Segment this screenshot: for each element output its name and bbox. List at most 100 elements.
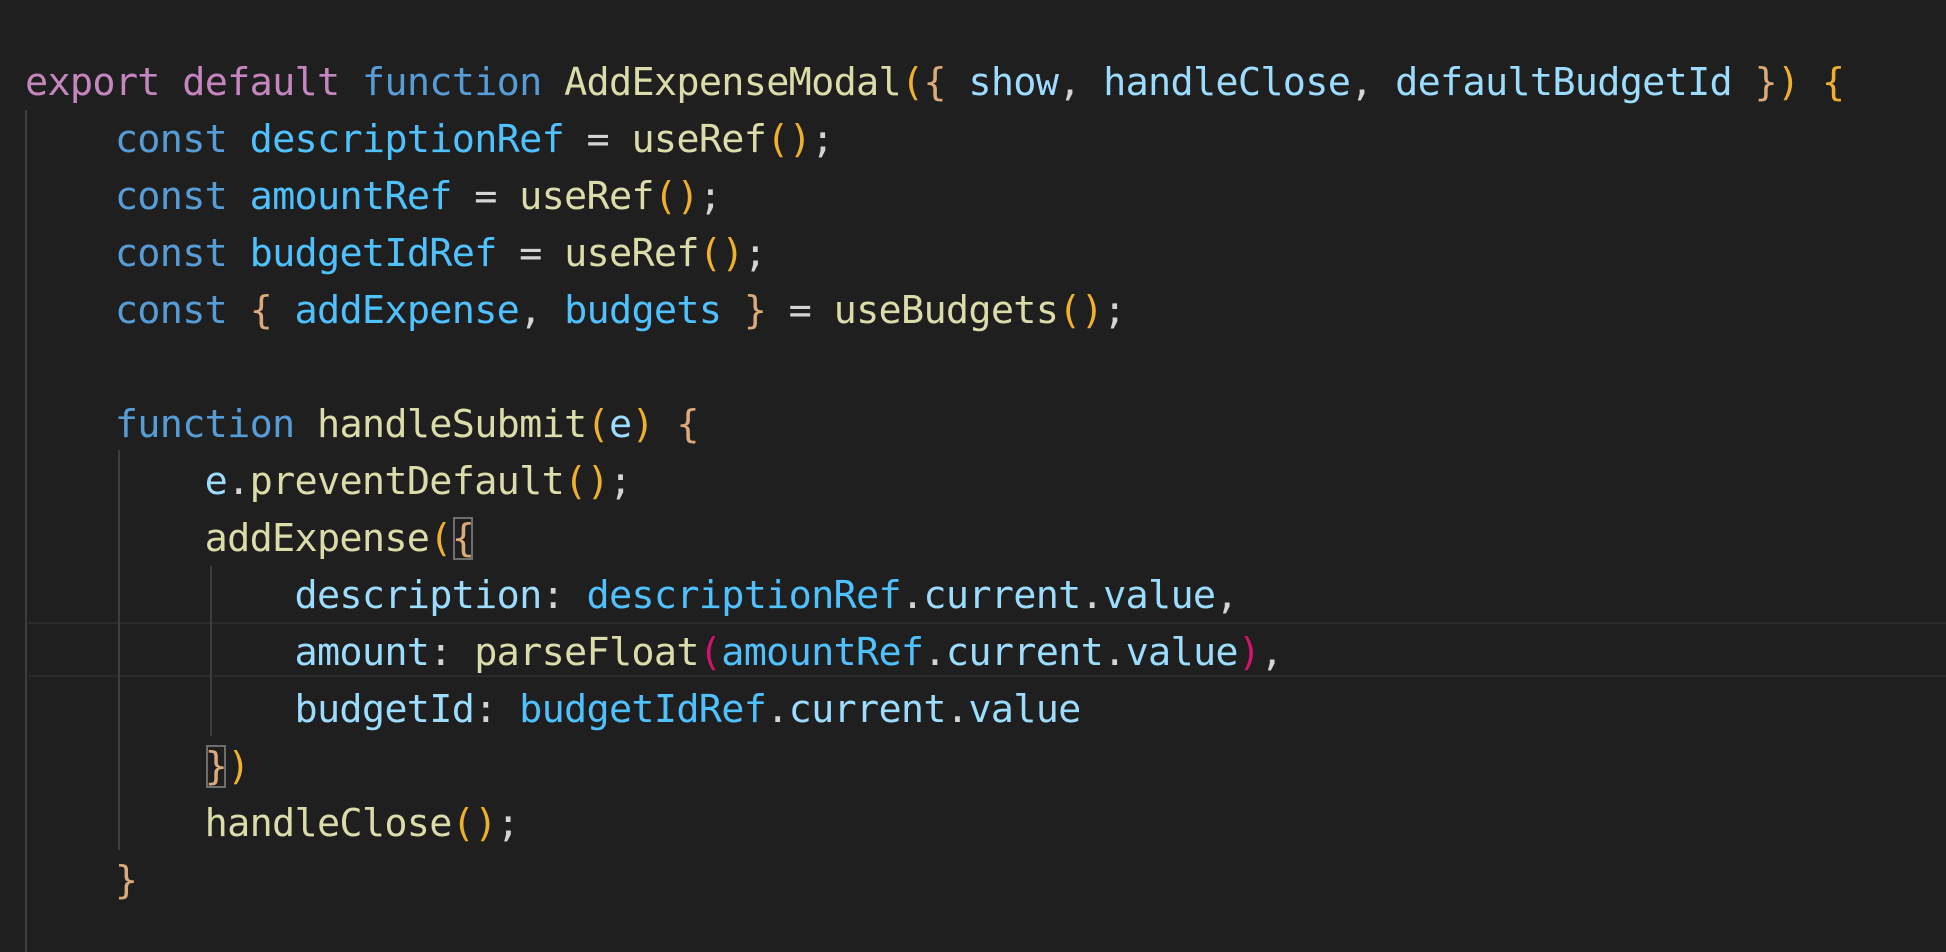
- code-token: .: [1103, 630, 1126, 675]
- code-token: e: [608, 402, 632, 447]
- code-token: }: [743, 288, 767, 333]
- matched-bracket: {: [451, 516, 475, 561]
- code-token: budgets: [564, 288, 722, 333]
- code-token: ;: [608, 459, 632, 504]
- code-token: (): [564, 459, 610, 504]
- code-line[interactable]: const amountRef = useRef();: [25, 168, 722, 225]
- code-token: .: [766, 687, 789, 732]
- code-token: }: [114, 858, 138, 903]
- code-line[interactable]: budgetId: budgetIdRef.current.value: [25, 681, 1082, 738]
- code-token: (: [429, 516, 452, 561]
- code-token: (): [653, 174, 700, 219]
- code-token: ,: [1058, 60, 1104, 105]
- code-token: ,: [519, 288, 565, 333]
- code-line[interactable]: function handleSubmit(e) {: [25, 396, 700, 453]
- code-token: export: [25, 60, 160, 105]
- code-line[interactable]: }: [25, 852, 138, 909]
- code-token: :: [474, 687, 520, 732]
- code-token: {: [249, 288, 273, 333]
- code-token: descriptionRef: [249, 117, 565, 162]
- code-token: e: [204, 459, 228, 504]
- code-line[interactable]: const budgetIdRef = useRef();: [25, 225, 767, 282]
- code-token: ;: [811, 117, 834, 162]
- code-line[interactable]: handleClose();: [25, 795, 520, 852]
- code-token: function: [114, 402, 295, 447]
- code-token: parseFloat: [474, 630, 699, 675]
- code-token: const: [114, 288, 228, 333]
- code-token: {: [1821, 60, 1845, 105]
- code-line[interactable]: export default function AddExpenseModal(…: [25, 54, 1845, 111]
- code-token: preventDefault: [249, 459, 565, 504]
- code-token: (): [698, 231, 745, 276]
- code-line[interactable]: }): [25, 738, 251, 795]
- code-line[interactable]: description: descriptionRef.current.valu…: [25, 567, 1239, 624]
- code-token: =: [564, 117, 632, 162]
- code-token: default: [182, 60, 340, 105]
- code-token: budgetId: [294, 687, 475, 732]
- code-token: ;: [698, 174, 722, 219]
- code-token: const: [114, 231, 228, 276]
- code-token: amountRef: [249, 174, 453, 219]
- code-token: ;: [743, 231, 767, 276]
- code-token: ): [1776, 60, 1800, 105]
- code-token: handleSubmit: [316, 402, 587, 447]
- code-editor[interactable]: export default function AddExpenseModal(…: [0, 0, 1946, 952]
- code-token: show: [968, 60, 1059, 105]
- code-token: ,: [1350, 60, 1396, 105]
- code-token: ): [631, 402, 654, 447]
- code-token: function: [361, 60, 542, 105]
- code-token: ,: [1260, 630, 1283, 675]
- code-token: (: [900, 60, 924, 105]
- code-token: }: [1754, 60, 1777, 105]
- code-token: handleClose: [1103, 60, 1351, 105]
- code-line[interactable]: amount: parseFloat(amountRef.current.val…: [25, 624, 1284, 681]
- code-token: value: [1103, 573, 1216, 618]
- code-token: budgetIdRef: [519, 687, 767, 732]
- code-token: handleClose: [204, 801, 453, 846]
- code-token: const: [114, 174, 228, 219]
- code-token: value: [968, 687, 1081, 732]
- code-token: .: [923, 630, 946, 675]
- code-token: useRef: [564, 231, 699, 276]
- code-token: .: [945, 687, 969, 732]
- code-token: .: [227, 459, 250, 504]
- code-token: description: [294, 573, 543, 618]
- code-token: AddExpenseModal: [564, 60, 902, 105]
- code-line[interactable]: addExpense({: [25, 510, 475, 567]
- matched-bracket: }: [204, 744, 228, 789]
- code-token: :: [541, 573, 587, 618]
- code-line[interactable]: const { addExpense, budgets } = useBudge…: [25, 282, 1126, 339]
- code-token: ;: [496, 801, 520, 846]
- code-token: =: [451, 174, 520, 219]
- code-token: defaultBudgetId: [1395, 60, 1733, 105]
- code-token: current: [945, 630, 1104, 675]
- code-token: (): [451, 801, 498, 846]
- code-token: ,: [1215, 573, 1238, 618]
- code-line[interactable]: const descriptionRef = useRef();: [25, 111, 834, 168]
- code-token: .: [900, 573, 924, 618]
- code-token: (): [1058, 288, 1104, 333]
- code-line[interactable]: e.preventDefault();: [25, 453, 633, 510]
